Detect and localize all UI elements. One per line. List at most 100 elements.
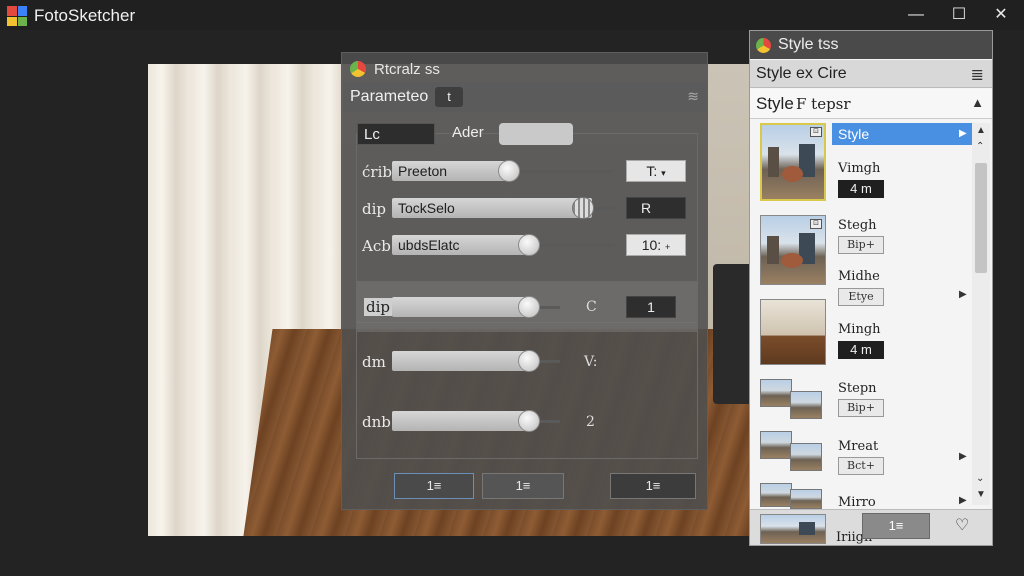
style-panel-title: Style tss bbox=[778, 36, 839, 53]
dialog-cancel-button[interactable]: 1≡ bbox=[610, 473, 696, 499]
row6-side-label: 2 bbox=[586, 414, 595, 430]
style-apply-button[interactable]: 1≡ bbox=[862, 513, 930, 539]
chevron-right-icon[interactable]: ▶ bbox=[959, 495, 967, 506]
row2-slider-knob[interactable] bbox=[572, 197, 594, 219]
dialog-title-bar: Rtcralz ss bbox=[350, 59, 440, 79]
style-list-item[interactable]: Mreat Bct+ ▶ bbox=[752, 431, 970, 481]
row1-value: T: bbox=[646, 163, 658, 179]
style-item-name: Mirro bbox=[838, 495, 876, 510]
row6-slider-track[interactable] bbox=[392, 411, 530, 431]
style-list-item[interactable]: Mingh 4 m bbox=[752, 299, 970, 367]
dialog-logo-icon bbox=[350, 61, 366, 77]
style-item-name: Mreat bbox=[838, 439, 879, 454]
style-panel-footer: Iriigh 1≡ ♡ bbox=[750, 509, 992, 545]
style-filter-value: F tepsr bbox=[796, 95, 851, 113]
title-bar: FotoSketcher — ☐ ✕ bbox=[0, 0, 1024, 30]
row1-label: ćrib bbox=[362, 163, 392, 181]
row3-label: Acb bbox=[362, 237, 391, 255]
style-item-tag[interactable]: 4 m bbox=[838, 341, 884, 359]
maximize-button[interactable]: ☐ bbox=[945, 4, 973, 26]
menu-icon[interactable]: ≣ bbox=[971, 65, 984, 85]
row2-value: R bbox=[641, 200, 652, 216]
row4-slider-track[interactable] bbox=[392, 297, 530, 317]
ader-label: Ader bbox=[452, 124, 484, 141]
thumbnail-badge-icon: ⊡ bbox=[810, 127, 822, 137]
row1-dropdown-icon: ▾ bbox=[661, 168, 666, 178]
style-list-item[interactable]: ⊡ Style ▶ Vimgh 4 m bbox=[752, 123, 972, 203]
style-item-name: Stegh bbox=[838, 218, 877, 233]
minimize-button[interactable]: — bbox=[902, 4, 930, 26]
style-list-item[interactable]: Mirro ▶ bbox=[752, 483, 970, 510]
row1-slider-text: Preeton bbox=[398, 163, 448, 179]
row3-value: 10: bbox=[641, 237, 662, 253]
style-list-item[interactable]: Stepn Bip+ bbox=[752, 377, 970, 427]
row4-value: 1 bbox=[647, 299, 655, 315]
style-panel-logo-icon bbox=[756, 38, 771, 53]
style-filter-label: Style bbox=[756, 94, 794, 113]
chevron-down-icon[interactable]: ⌄ bbox=[976, 473, 984, 484]
thumbnail-badge-icon: ⊡ bbox=[810, 219, 822, 229]
row4-label: dip bbox=[364, 298, 393, 316]
style-item-tag[interactable]: Bip+ bbox=[838, 236, 884, 254]
style-thumbnail bbox=[760, 299, 826, 365]
row6-label: dnb bbox=[362, 413, 391, 431]
row1-value-box[interactable]: T: ▾ bbox=[626, 160, 686, 182]
app-logo-icon bbox=[7, 6, 27, 26]
style-item-tag[interactable]: 4 m bbox=[838, 180, 884, 198]
row5-label: dm bbox=[362, 353, 386, 371]
style-item-name: Stepn bbox=[838, 381, 877, 396]
scroll-thumb[interactable] bbox=[975, 163, 987, 273]
style-list-scrollbar[interactable]: ▲ ⌃ ⌄ ▼ bbox=[972, 123, 990, 505]
ader-input[interactable] bbox=[499, 123, 573, 145]
style-item-tag[interactable]: Bct+ bbox=[838, 457, 884, 475]
row1-slider-rail bbox=[510, 170, 614, 173]
app-title: FotoSketcher bbox=[34, 6, 136, 25]
row5-slider-knob[interactable] bbox=[518, 350, 540, 372]
row3-slider-knob[interactable] bbox=[518, 234, 540, 256]
style-thumbnail bbox=[760, 377, 826, 423]
row3-value-box[interactable]: 10: + bbox=[626, 234, 686, 256]
scroll-up-icon[interactable]: ▲ bbox=[976, 125, 986, 136]
row5-side-label: V: bbox=[584, 354, 598, 370]
style-thumbnail bbox=[760, 431, 826, 477]
style-thumbnail bbox=[760, 483, 826, 509]
style-panel-title-bar: Style tss bbox=[750, 31, 992, 59]
parameters-label: Parameteo bbox=[350, 88, 429, 105]
scroll-down-icon[interactable]: ▼ bbox=[976, 489, 986, 500]
row2-value-box[interactable]: R bbox=[626, 197, 686, 219]
close-button[interactable]: ✕ bbox=[987, 4, 1015, 26]
row5-slider-track[interactable] bbox=[392, 351, 530, 371]
parameters-dialog: Rtcralz ss Parameteo t ≋ Lc Ader ćrib Pr… bbox=[341, 52, 708, 510]
parameters-badge[interactable]: t bbox=[435, 87, 463, 107]
style-item-name: Vimgh bbox=[838, 161, 881, 176]
parameters-header: Parameteo t ≋ bbox=[343, 82, 707, 112]
row1-slider-knob[interactable] bbox=[498, 160, 520, 182]
row4-value-box[interactable]: 1 bbox=[626, 296, 676, 318]
favorite-icon[interactable]: ♡ bbox=[955, 515, 969, 535]
chevron-right-icon[interactable]: ▶ bbox=[959, 451, 967, 462]
style-item-name: Mingh bbox=[838, 322, 881, 337]
row3-spin-icon: + bbox=[665, 242, 671, 252]
row2-slider-text: TockSelo bbox=[398, 200, 455, 216]
row3-slider-rail bbox=[530, 244, 614, 247]
style-thumbnail bbox=[760, 514, 826, 544]
chevron-up-icon[interactable]: ⌃ bbox=[976, 141, 984, 152]
dialog-title: Rtcralz ss bbox=[374, 60, 440, 78]
row4-slider-knob[interactable] bbox=[518, 296, 540, 318]
lc-field[interactable]: Lc bbox=[357, 123, 435, 145]
style-filter-bar[interactable]: Style F tepsr ▲ bbox=[750, 89, 992, 119]
row6-slider-knob[interactable] bbox=[518, 410, 540, 432]
row2-slider-rail bbox=[592, 207, 614, 210]
row4-side-label: C bbox=[586, 299, 597, 315]
dialog-apply-button[interactable]: 1≡ bbox=[482, 473, 564, 499]
style-panel: Style tss Style ex Cire ≣ Style F tepsr … bbox=[749, 30, 993, 546]
signal-icon: ≋ bbox=[687, 88, 699, 104]
style-item-name: Style bbox=[838, 126, 870, 142]
style-item-tag[interactable]: Bip+ bbox=[838, 399, 884, 417]
style-list-item[interactable]: ⊡ Stegh Bip+ Midhe bbox=[752, 215, 970, 287]
pin-icon[interactable]: ▲ bbox=[971, 95, 984, 110]
row2-label: dip bbox=[362, 200, 387, 218]
dialog-ok-button[interactable]: 1≡ bbox=[394, 473, 474, 499]
style-panel-subheader-text: Style ex Cire bbox=[756, 65, 847, 82]
style-item-name: Midhe bbox=[838, 269, 880, 284]
